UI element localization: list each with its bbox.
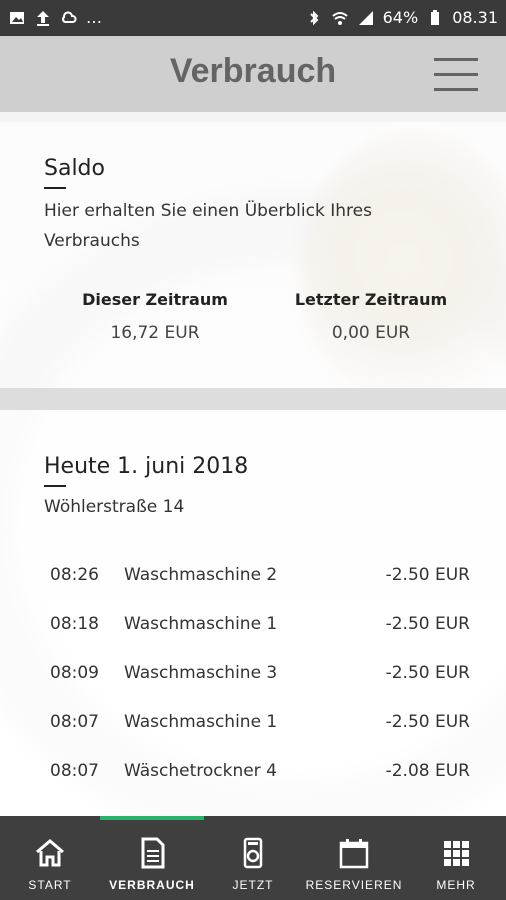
entry-time: 08:09 (50, 663, 99, 683)
bluetooth-icon (309, 10, 319, 25)
status-left: … (8, 8, 102, 27)
battery-percent: 64% (382, 8, 419, 27)
last-period: Letzter Zeitraum 0,00 EUR (276, 290, 466, 343)
current-period-value: 16,72 EUR (110, 323, 200, 343)
saldo-underline (44, 187, 66, 189)
calendar-icon (339, 839, 369, 869)
cloud-icon (62, 11, 77, 23)
saldo-description: Hier erhalten Sie einen Überblick Ihres … (44, 196, 464, 256)
today-address: Wöhlerstraße 14 (44, 497, 185, 517)
status-time: 08.31 (452, 8, 498, 27)
nav-start[interactable]: START (0, 816, 100, 900)
list-item: 08:07 Wäschetrockner 4 -2.08 EUR (50, 756, 470, 786)
entry-machine: Wäschetrockner 4 (124, 761, 277, 781)
entry-time: 08:07 (50, 712, 99, 732)
wifi-icon (331, 11, 348, 25)
today-card: Heute 1. juni 2018 Wöhlerstraße 14 08:26… (0, 410, 506, 816)
list-item: 08:07 Waschmaschine 1 -2.50 EUR (50, 707, 470, 737)
nav-verbrauch-label: VERBRAUCH (109, 878, 195, 892)
saldo-header: Saldo (44, 156, 105, 189)
entry-amount: -2.50 EUR (385, 614, 470, 634)
entry-time: 08:07 (50, 761, 99, 781)
upload-icon (37, 10, 49, 26)
saldo-card: Saldo Hier erhalten Sie einen Überblick … (0, 122, 506, 388)
nav-jetzt[interactable]: JETZT (204, 816, 302, 900)
battery-icon (431, 9, 440, 25)
list-item: 08:26 Waschmaschine 2 -2.50 EUR (50, 560, 470, 590)
status-right: 64% 08.31 (305, 8, 498, 27)
entry-machine: Waschmaschine 1 (124, 712, 278, 732)
entry-time: 08:26 (50, 565, 99, 585)
current-period-label: Dieser Zeitraum (82, 290, 228, 309)
list-item: 08:18 Waschmaschine 1 -2.50 EUR (50, 609, 470, 639)
top-app-bar: Verbrauch (0, 36, 506, 112)
entry-amount: -2.50 EUR (385, 565, 470, 585)
image-icon (10, 11, 24, 24)
entry-machine: Waschmaschine 1 (124, 614, 278, 634)
nav-mehr-label: MEHR (436, 878, 476, 892)
entry-machine: Waschmaschine 2 (124, 565, 278, 585)
entry-amount: -2.08 EUR (385, 761, 470, 781)
section-separator (0, 388, 506, 410)
today-underline (44, 485, 66, 487)
hamburger-menu-icon[interactable] (434, 58, 478, 92)
today-header: Heute 1. juni 2018 (44, 454, 248, 487)
entry-amount: -2.50 EUR (385, 712, 470, 732)
nav-verbrauch[interactable]: VERBRAUCH (100, 816, 204, 900)
nav-reservieren[interactable]: RESERVIEREN (302, 816, 406, 900)
washing-machine-icon (243, 837, 263, 869)
last-period-label: Letzter Zeitraum (294, 290, 448, 309)
last-period-value: 0,00 EUR (331, 323, 411, 343)
status-bar: … 64% 08.31 (0, 0, 506, 36)
entry-amount: -2.50 EUR (385, 663, 470, 683)
list-item: 08:09 Waschmaschine 3 -2.50 EUR (50, 658, 470, 688)
active-tab-indicator (100, 816, 204, 820)
page-title: Verbrauch (169, 52, 337, 90)
saldo-description-line2: Verbrauchs (44, 231, 140, 251)
more-dots-icon: … (86, 8, 102, 27)
entry-machine: Waschmaschine 3 (124, 663, 278, 683)
saldo-title: Saldo (44, 156, 105, 181)
current-period: Dieser Zeitraum 16,72 EUR (60, 290, 250, 343)
signal-icon (358, 10, 373, 25)
nav-start-label: START (28, 878, 72, 892)
grid-icon (444, 841, 469, 866)
saldo-description-line1: Hier erhalten Sie einen Überblick Ihres (44, 201, 372, 221)
nav-mehr[interactable]: MEHR (406, 816, 506, 900)
today-title: Heute 1. juni 2018 (44, 454, 249, 479)
nav-reservieren-label: RESERVIEREN (305, 878, 403, 892)
entry-time: 08:18 (50, 614, 99, 634)
home-icon (36, 839, 64, 867)
nav-jetzt-label: JETZT (232, 878, 274, 892)
bottom-navigation: START VERBRAUCH JETZT RESERVIEREN MEHR (0, 816, 506, 900)
document-icon (141, 837, 165, 869)
